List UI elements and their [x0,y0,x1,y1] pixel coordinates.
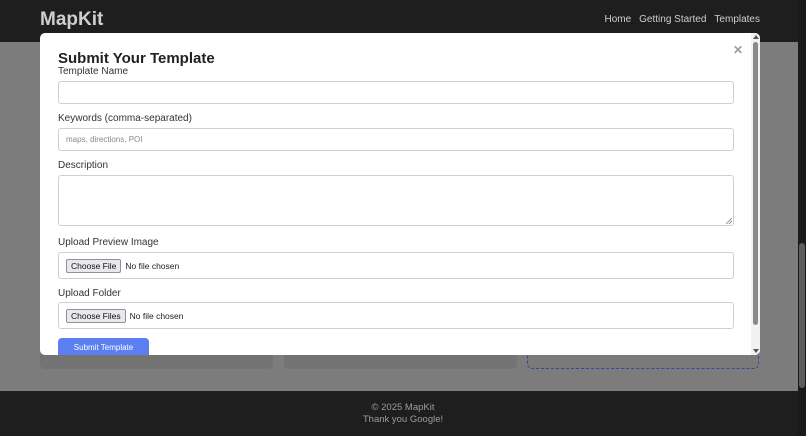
modal-scrollbar-thumb[interactable] [753,42,758,325]
brand-logo[interactable]: MapKit [40,9,103,31]
scroll-down-arrow-icon[interactable] [753,349,759,353]
keywords-input[interactable] [59,129,733,150]
keywords-label: Keywords (comma-separated) [58,113,192,124]
nav-link-home[interactable]: Home [604,14,631,25]
submit-template-button[interactable]: Submit Template [58,338,149,355]
modal-scrollbar[interactable] [751,33,760,355]
submit-template-modal: Submit Your Template ✕ Template Name Key… [40,33,760,355]
modal-title: Submit Your Template [58,50,215,67]
template-name-label: Template Name [58,66,129,77]
scroll-up-arrow-icon[interactable] [753,35,759,39]
preview-image-label: Upload Preview Image [58,237,159,248]
upload-folder-status: No file chosen [129,310,184,321]
preview-image-status: No file chosen [125,260,180,271]
footer-thanks: Thank you Google! [362,413,444,425]
textarea-resize-handle[interactable] [726,218,732,224]
footer-copyright: © 2025 MapKit [371,402,435,413]
template-name-input[interactable] [59,82,733,103]
description-label: Description [58,160,109,171]
nav-links: Home Getting Started Templates [604,14,760,25]
upload-folder-field: Choose Files No file chosen [58,302,734,329]
upload-folder-label: Upload Folder [58,288,121,299]
keywords-field [58,128,734,151]
choose-files-button[interactable]: Choose Files [66,308,126,323]
close-icon[interactable]: ✕ [733,43,743,57]
nav-link-templates[interactable]: Templates [714,14,760,25]
preview-image-upload: Choose File No file chosen [58,252,734,279]
page-scrollbar[interactable] [798,0,806,436]
description-textarea[interactable] [58,175,734,226]
nav-link-getting-started[interactable]: Getting Started [639,14,706,25]
template-name-field [58,81,734,104]
choose-file-button[interactable]: Choose File [66,258,122,273]
footer: © 2025 MapKit Thank you Google! [0,391,806,436]
page-scrollbar-thumb[interactable] [799,243,805,388]
